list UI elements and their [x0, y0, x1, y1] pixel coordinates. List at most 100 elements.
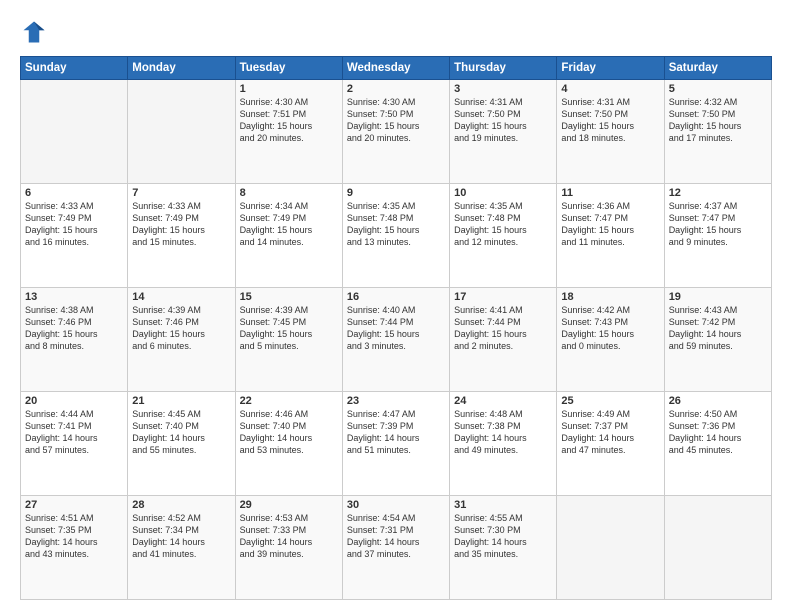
- day-info: Sunrise: 4:34 AM Sunset: 7:49 PM Dayligh…: [240, 200, 338, 249]
- calendar-cell: 13Sunrise: 4:38 AM Sunset: 7:46 PM Dayli…: [21, 288, 128, 392]
- calendar-cell: 7Sunrise: 4:33 AM Sunset: 7:49 PM Daylig…: [128, 184, 235, 288]
- day-number: 11: [561, 187, 659, 199]
- day-number: 6: [25, 187, 123, 199]
- calendar-cell: 31Sunrise: 4:55 AM Sunset: 7:30 PM Dayli…: [450, 496, 557, 600]
- day-number: 3: [454, 83, 552, 95]
- calendar-cell: 21Sunrise: 4:45 AM Sunset: 7:40 PM Dayli…: [128, 392, 235, 496]
- calendar-week-row: 27Sunrise: 4:51 AM Sunset: 7:35 PM Dayli…: [21, 496, 772, 600]
- calendar-cell: 14Sunrise: 4:39 AM Sunset: 7:46 PM Dayli…: [128, 288, 235, 392]
- days-of-week-row: SundayMondayTuesdayWednesdayThursdayFrid…: [21, 57, 772, 80]
- calendar-cell: 12Sunrise: 4:37 AM Sunset: 7:47 PM Dayli…: [664, 184, 771, 288]
- day-number: 2: [347, 83, 445, 95]
- calendar-cell: 15Sunrise: 4:39 AM Sunset: 7:45 PM Dayli…: [235, 288, 342, 392]
- day-number: 31: [454, 499, 552, 511]
- day-of-week-header: Friday: [557, 57, 664, 80]
- calendar-cell: 27Sunrise: 4:51 AM Sunset: 7:35 PM Dayli…: [21, 496, 128, 600]
- day-info: Sunrise: 4:31 AM Sunset: 7:50 PM Dayligh…: [561, 96, 659, 145]
- day-number: 29: [240, 499, 338, 511]
- calendar-table: SundayMondayTuesdayWednesdayThursdayFrid…: [20, 56, 772, 600]
- day-info: Sunrise: 4:33 AM Sunset: 7:49 PM Dayligh…: [25, 200, 123, 249]
- calendar-cell: 3Sunrise: 4:31 AM Sunset: 7:50 PM Daylig…: [450, 80, 557, 184]
- calendar-cell: 23Sunrise: 4:47 AM Sunset: 7:39 PM Dayli…: [342, 392, 449, 496]
- day-info: Sunrise: 4:42 AM Sunset: 7:43 PM Dayligh…: [561, 304, 659, 353]
- day-number: 26: [669, 395, 767, 407]
- calendar-cell: 28Sunrise: 4:52 AM Sunset: 7:34 PM Dayli…: [128, 496, 235, 600]
- calendar-cell: 19Sunrise: 4:43 AM Sunset: 7:42 PM Dayli…: [664, 288, 771, 392]
- day-info: Sunrise: 4:39 AM Sunset: 7:45 PM Dayligh…: [240, 304, 338, 353]
- day-info: Sunrise: 4:53 AM Sunset: 7:33 PM Dayligh…: [240, 512, 338, 561]
- day-of-week-header: Wednesday: [342, 57, 449, 80]
- calendar-cell: 4Sunrise: 4:31 AM Sunset: 7:50 PM Daylig…: [557, 80, 664, 184]
- day-number: 25: [561, 395, 659, 407]
- day-info: Sunrise: 4:51 AM Sunset: 7:35 PM Dayligh…: [25, 512, 123, 561]
- calendar-week-row: 20Sunrise: 4:44 AM Sunset: 7:41 PM Dayli…: [21, 392, 772, 496]
- day-number: 20: [25, 395, 123, 407]
- day-info: Sunrise: 4:50 AM Sunset: 7:36 PM Dayligh…: [669, 408, 767, 457]
- day-number: 27: [25, 499, 123, 511]
- day-info: Sunrise: 4:31 AM Sunset: 7:50 PM Dayligh…: [454, 96, 552, 145]
- calendar-cell: [664, 496, 771, 600]
- day-info: Sunrise: 4:52 AM Sunset: 7:34 PM Dayligh…: [132, 512, 230, 561]
- calendar-cell: 17Sunrise: 4:41 AM Sunset: 7:44 PM Dayli…: [450, 288, 557, 392]
- day-number: 30: [347, 499, 445, 511]
- day-info: Sunrise: 4:37 AM Sunset: 7:47 PM Dayligh…: [669, 200, 767, 249]
- day-info: Sunrise: 4:32 AM Sunset: 7:50 PM Dayligh…: [669, 96, 767, 145]
- day-number: 28: [132, 499, 230, 511]
- day-number: 13: [25, 291, 123, 303]
- day-info: Sunrise: 4:40 AM Sunset: 7:44 PM Dayligh…: [347, 304, 445, 353]
- day-number: 12: [669, 187, 767, 199]
- calendar-header: SundayMondayTuesdayWednesdayThursdayFrid…: [21, 57, 772, 80]
- calendar-cell: 22Sunrise: 4:46 AM Sunset: 7:40 PM Dayli…: [235, 392, 342, 496]
- day-number: 14: [132, 291, 230, 303]
- calendar-cell: 5Sunrise: 4:32 AM Sunset: 7:50 PM Daylig…: [664, 80, 771, 184]
- day-number: 9: [347, 187, 445, 199]
- calendar-cell: [21, 80, 128, 184]
- calendar-cell: 18Sunrise: 4:42 AM Sunset: 7:43 PM Dayli…: [557, 288, 664, 392]
- calendar-cell: 11Sunrise: 4:36 AM Sunset: 7:47 PM Dayli…: [557, 184, 664, 288]
- calendar-cell: 10Sunrise: 4:35 AM Sunset: 7:48 PM Dayli…: [450, 184, 557, 288]
- header: [20, 18, 772, 46]
- day-number: 16: [347, 291, 445, 303]
- calendar-body: 1Sunrise: 4:30 AM Sunset: 7:51 PM Daylig…: [21, 80, 772, 600]
- logo-icon: [20, 18, 48, 46]
- calendar-cell: [557, 496, 664, 600]
- calendar-cell: 6Sunrise: 4:33 AM Sunset: 7:49 PM Daylig…: [21, 184, 128, 288]
- calendar-week-row: 6Sunrise: 4:33 AM Sunset: 7:49 PM Daylig…: [21, 184, 772, 288]
- day-of-week-header: Saturday: [664, 57, 771, 80]
- day-info: Sunrise: 4:30 AM Sunset: 7:50 PM Dayligh…: [347, 96, 445, 145]
- day-info: Sunrise: 4:48 AM Sunset: 7:38 PM Dayligh…: [454, 408, 552, 457]
- calendar-cell: [128, 80, 235, 184]
- page: SundayMondayTuesdayWednesdayThursdayFrid…: [0, 0, 792, 612]
- calendar-cell: 24Sunrise: 4:48 AM Sunset: 7:38 PM Dayli…: [450, 392, 557, 496]
- day-number: 4: [561, 83, 659, 95]
- day-number: 23: [347, 395, 445, 407]
- calendar-cell: 30Sunrise: 4:54 AM Sunset: 7:31 PM Dayli…: [342, 496, 449, 600]
- day-info: Sunrise: 4:35 AM Sunset: 7:48 PM Dayligh…: [454, 200, 552, 249]
- day-info: Sunrise: 4:36 AM Sunset: 7:47 PM Dayligh…: [561, 200, 659, 249]
- calendar-cell: 9Sunrise: 4:35 AM Sunset: 7:48 PM Daylig…: [342, 184, 449, 288]
- day-info: Sunrise: 4:49 AM Sunset: 7:37 PM Dayligh…: [561, 408, 659, 457]
- day-info: Sunrise: 4:33 AM Sunset: 7:49 PM Dayligh…: [132, 200, 230, 249]
- day-of-week-header: Tuesday: [235, 57, 342, 80]
- day-number: 5: [669, 83, 767, 95]
- day-of-week-header: Sunday: [21, 57, 128, 80]
- day-info: Sunrise: 4:46 AM Sunset: 7:40 PM Dayligh…: [240, 408, 338, 457]
- calendar-cell: 25Sunrise: 4:49 AM Sunset: 7:37 PM Dayli…: [557, 392, 664, 496]
- day-of-week-header: Thursday: [450, 57, 557, 80]
- calendar-cell: 1Sunrise: 4:30 AM Sunset: 7:51 PM Daylig…: [235, 80, 342, 184]
- calendar-week-row: 13Sunrise: 4:38 AM Sunset: 7:46 PM Dayli…: [21, 288, 772, 392]
- day-info: Sunrise: 4:41 AM Sunset: 7:44 PM Dayligh…: [454, 304, 552, 353]
- day-number: 21: [132, 395, 230, 407]
- day-info: Sunrise: 4:55 AM Sunset: 7:30 PM Dayligh…: [454, 512, 552, 561]
- calendar-cell: 26Sunrise: 4:50 AM Sunset: 7:36 PM Dayli…: [664, 392, 771, 496]
- calendar-cell: 29Sunrise: 4:53 AM Sunset: 7:33 PM Dayli…: [235, 496, 342, 600]
- day-info: Sunrise: 4:30 AM Sunset: 7:51 PM Dayligh…: [240, 96, 338, 145]
- day-number: 19: [669, 291, 767, 303]
- calendar-week-row: 1Sunrise: 4:30 AM Sunset: 7:51 PM Daylig…: [21, 80, 772, 184]
- logo: [20, 18, 52, 46]
- day-info: Sunrise: 4:47 AM Sunset: 7:39 PM Dayligh…: [347, 408, 445, 457]
- day-info: Sunrise: 4:38 AM Sunset: 7:46 PM Dayligh…: [25, 304, 123, 353]
- day-number: 1: [240, 83, 338, 95]
- calendar-cell: 16Sunrise: 4:40 AM Sunset: 7:44 PM Dayli…: [342, 288, 449, 392]
- day-number: 7: [132, 187, 230, 199]
